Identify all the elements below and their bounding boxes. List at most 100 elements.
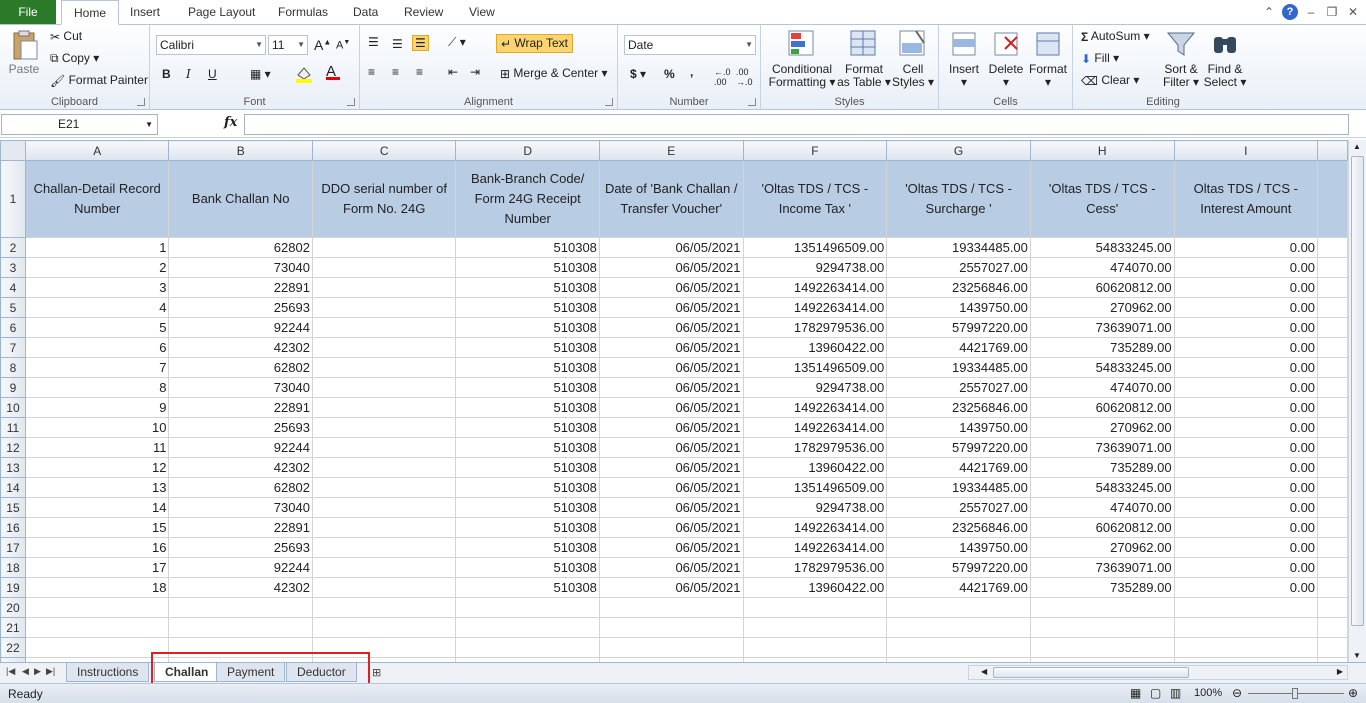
grow-font-icon[interactable]: A▲ xyxy=(314,37,331,53)
scroll-left-icon[interactable]: ◀ xyxy=(981,667,987,676)
normal-view-icon[interactable]: ▦ xyxy=(1130,686,1141,700)
cell[interactable] xyxy=(598,597,744,618)
cell[interactable] xyxy=(1317,337,1348,358)
increase-indent-icon[interactable]: ⇥ xyxy=(470,65,480,79)
cell[interactable]: 13960422.00 xyxy=(742,337,888,358)
cell[interactable]: 0.00 xyxy=(1173,477,1319,498)
cell[interactable]: 06/05/2021 xyxy=(598,477,744,498)
copy-button[interactable]: ⧉ Copy ▾ xyxy=(50,51,99,66)
cell[interactable]: 19334485.00 xyxy=(886,357,1031,378)
cell[interactable]: 10 xyxy=(24,417,170,438)
window-restore-icon[interactable]: ❐ xyxy=(1324,4,1340,20)
header-cell[interactable]: Bank-Branch Code/ Form 24G Receipt Numbe… xyxy=(455,160,600,238)
prev-sheet-icon[interactable]: ◀ xyxy=(22,666,29,677)
cell[interactable]: 1492263414.00 xyxy=(742,397,888,418)
cell[interactable]: 0.00 xyxy=(1173,297,1319,318)
cell[interactable]: 06/05/2021 xyxy=(598,497,744,518)
cell[interactable]: 0.00 xyxy=(1173,497,1319,518)
cell[interactable]: 510308 xyxy=(455,457,600,478)
cell[interactable]: 1782979536.00 xyxy=(742,557,888,578)
cell[interactable]: 9294738.00 xyxy=(742,497,888,518)
cell[interactable]: 1351496509.00 xyxy=(742,237,888,258)
cell[interactable]: 510308 xyxy=(455,437,600,458)
cell[interactable]: 510308 xyxy=(455,237,600,258)
cell[interactable] xyxy=(1317,537,1348,558)
name-box-dropdown-icon[interactable]: ▼ xyxy=(145,115,153,134)
cell[interactable] xyxy=(24,637,170,658)
cell[interactable]: 510308 xyxy=(455,557,600,578)
cell[interactable]: 270962.00 xyxy=(1029,297,1175,318)
cell[interactable]: 60620812.00 xyxy=(1029,517,1175,538)
column-header[interactable]: I xyxy=(1173,140,1319,161)
header-cell[interactable]: DDO serial number of Form No. 24G xyxy=(311,160,457,238)
bold-button[interactable]: B xyxy=(162,67,171,81)
next-sheet-icon[interactable]: ▶ xyxy=(34,666,41,677)
find-select-button[interactable]: Find & Select ▾ xyxy=(1203,29,1247,89)
align-center-icon[interactable]: ≡ xyxy=(392,65,399,79)
cell[interactable] xyxy=(1317,257,1348,278)
header-cell[interactable] xyxy=(1317,160,1348,238)
clipboard-launcher-icon[interactable] xyxy=(137,98,145,106)
cell[interactable]: 2557027.00 xyxy=(886,497,1031,518)
cell[interactable]: 1439750.00 xyxy=(886,417,1031,438)
cell[interactable]: 510308 xyxy=(455,537,600,558)
font-name-dropdown[interactable]: Calibri ▼ xyxy=(156,35,266,55)
cell[interactable] xyxy=(1317,277,1348,298)
cell[interactable]: 510308 xyxy=(455,517,600,538)
column-header[interactable]: B xyxy=(168,140,313,161)
cell[interactable]: 510308 xyxy=(455,337,600,358)
clear-button[interactable]: ⌫ Clear ▾ xyxy=(1081,73,1139,88)
cell[interactable] xyxy=(311,357,457,378)
tab-formulas[interactable]: Formulas xyxy=(278,0,328,25)
cell[interactable] xyxy=(311,617,457,638)
cell[interactable]: 06/05/2021 xyxy=(598,277,744,298)
font-launcher-icon[interactable] xyxy=(347,98,355,106)
cell[interactable]: 0.00 xyxy=(1173,357,1319,378)
cell[interactable] xyxy=(1317,637,1348,658)
cell[interactable]: 42302 xyxy=(168,577,313,598)
cell[interactable]: 9294738.00 xyxy=(742,257,888,278)
cell[interactable]: 73639071.00 xyxy=(1029,557,1175,578)
column-header[interactable]: H xyxy=(1029,140,1175,161)
cell[interactable] xyxy=(1317,357,1348,378)
cell[interactable]: 16 xyxy=(24,537,170,558)
cell[interactable]: 1782979536.00 xyxy=(742,317,888,338)
cell[interactable] xyxy=(1317,597,1348,618)
cell[interactable]: 13960422.00 xyxy=(742,457,888,478)
cell[interactable]: 22891 xyxy=(168,277,313,298)
cell[interactable]: 0.00 xyxy=(1173,577,1319,598)
cell[interactable] xyxy=(1029,597,1175,618)
tab-review[interactable]: Review xyxy=(404,0,443,25)
cell[interactable]: 23256846.00 xyxy=(886,517,1031,538)
cell[interactable]: 54833245.00 xyxy=(1029,357,1175,378)
cell[interactable] xyxy=(311,477,457,498)
shrink-font-icon[interactable]: A▼ xyxy=(336,39,350,52)
zoom-out-icon[interactable]: ⊖ xyxy=(1232,686,1242,700)
cell[interactable]: 2 xyxy=(24,257,170,278)
cell[interactable]: 0.00 xyxy=(1173,397,1319,418)
cell[interactable] xyxy=(1173,617,1319,638)
cell[interactable]: 06/05/2021 xyxy=(598,537,744,558)
underline-button[interactable]: U xyxy=(208,67,217,81)
align-left-icon[interactable]: ≡ xyxy=(368,65,375,79)
row-header[interactable]: 12 xyxy=(0,437,26,458)
cell[interactable] xyxy=(1317,457,1348,478)
cell[interactable] xyxy=(455,597,600,618)
cell[interactable]: 92244 xyxy=(168,437,313,458)
cell[interactable] xyxy=(1317,497,1348,518)
cell[interactable] xyxy=(1173,597,1319,618)
cell[interactable]: 1 xyxy=(24,237,170,258)
cell[interactable]: 11 xyxy=(24,437,170,458)
cell[interactable]: 60620812.00 xyxy=(1029,397,1175,418)
header-cell[interactable]: Challan-Detail Record Number xyxy=(24,160,170,238)
cell[interactable]: 92244 xyxy=(168,317,313,338)
vertical-scroll-thumb[interactable] xyxy=(1351,156,1364,626)
cell[interactable] xyxy=(311,377,457,398)
cell[interactable]: 1492263414.00 xyxy=(742,297,888,318)
cell[interactable]: 22891 xyxy=(168,517,313,538)
cell[interactable]: 0.00 xyxy=(1173,277,1319,298)
cell[interactable]: 15 xyxy=(24,517,170,538)
align-top-icon[interactable]: ☰ xyxy=(368,35,379,49)
cell[interactable] xyxy=(168,597,313,618)
cell[interactable]: 0.00 xyxy=(1173,437,1319,458)
